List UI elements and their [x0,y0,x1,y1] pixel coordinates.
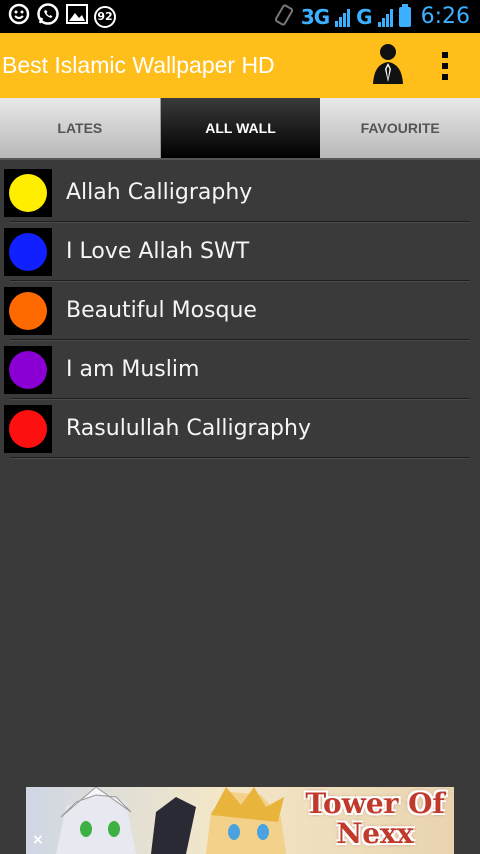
category-thumbnail [4,286,52,335]
ad-title: Tower Of Nexx [300,789,450,849]
tab-all-wall[interactable]: ALL WALL [160,98,321,158]
clock: 6:26 [420,4,470,29]
overflow-dot [442,73,448,80]
tab-favourite[interactable]: FAVOURITE [320,98,480,158]
network-type-secondary: G [356,4,372,29]
ad-title-line1: Tower Of [305,787,445,820]
list-item[interactable]: Beautiful Mosque [0,281,480,340]
network-type: 3G [300,4,330,29]
ad-banner[interactable]: Tower Of Nexx × [26,787,454,854]
overflow-dot [442,62,448,69]
list-item-label: I Love Allah SWT [66,239,250,264]
orange-circle-icon [9,291,47,330]
account-button[interactable] [366,41,410,91]
yellow-circle-icon [9,173,47,212]
notification-badge: 92 [94,5,116,28]
app-bar: Best Islamic Wallpaper HD [0,33,480,98]
image-icon [66,4,88,29]
list-item-label: Allah Calligraphy [66,180,253,205]
wallpaper-category-list: Allah Calligraphy I Love Allah SWT Beaut… [0,163,480,458]
ad-character-art [56,787,286,854]
list-item[interactable]: Allah Calligraphy [0,163,480,222]
blue-circle-icon [9,232,47,271]
category-thumbnail [4,404,52,453]
smiley-icon [8,3,30,30]
status-bar: 92 3G G 6:26 [0,0,480,33]
list-item[interactable]: I am Muslim [0,340,480,399]
category-thumbnail [4,168,52,217]
tab-lates[interactable]: LATES [0,98,161,158]
notification-icons: 92 [8,2,116,31]
tab-bar: LATES ALL WALL FAVOURITE [0,98,480,160]
system-status: 3G G 6:26 [273,3,470,30]
whatsapp-icon [36,2,60,31]
overflow-dot [442,51,448,58]
category-thumbnail [4,227,52,276]
battery-icon [398,3,411,27]
list-item[interactable]: Rasulullah Calligraphy [0,399,480,458]
list-item-label: I am Muslim [66,357,200,382]
screen-rotation-icon [273,3,295,30]
purple-circle-icon [9,350,47,389]
app-title: Best Islamic Wallpaper HD [2,52,275,78]
signal-strength-icon [377,7,393,27]
category-thumbnail [4,345,52,394]
signal-icon [335,7,351,27]
list-item-label: Beautiful Mosque [66,298,257,323]
list-item-label: Rasulullah Calligraphy [66,416,311,441]
account-icon [370,42,406,90]
list-item[interactable]: I Love Allah SWT [0,222,480,281]
overflow-menu-button[interactable] [430,41,460,91]
red-circle-icon [9,409,47,448]
ad-title-line2: Nexx [336,817,414,850]
close-icon[interactable]: × [32,832,48,848]
